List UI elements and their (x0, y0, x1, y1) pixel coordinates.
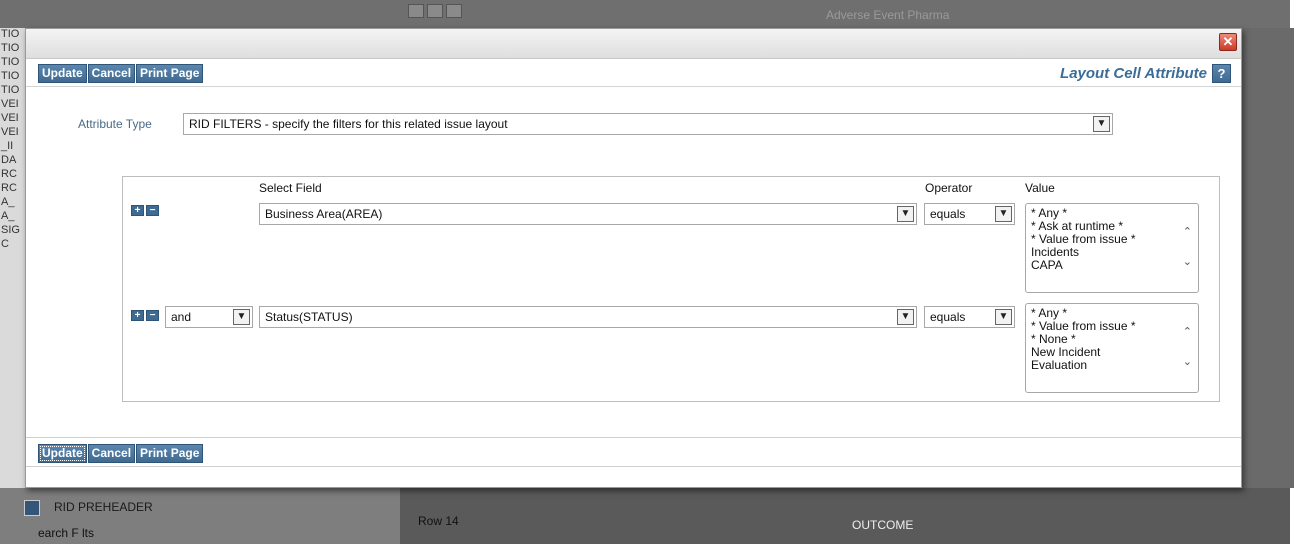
filter-row-1-value-listbox[interactable]: * Any * * Ask at runtime * * Value from … (1025, 203, 1199, 293)
select-field-header: Select Field (259, 181, 322, 195)
help-icon[interactable]: ? (1212, 64, 1231, 83)
chevron-up-icon[interactable]: ⌃ (1183, 326, 1192, 339)
filter-row-2-operator-select[interactable]: equals ▼ (924, 306, 1015, 328)
background-right-panel (1234, 28, 1294, 488)
close-icon[interactable]: ✕ (1219, 33, 1237, 51)
nav-down-icon (446, 4, 462, 18)
chevron-up-icon[interactable]: ⌃ (1183, 226, 1192, 239)
background-outcome-label: OUTCOME (852, 518, 914, 532)
edit-icon[interactable] (24, 500, 40, 516)
print-page-button[interactable]: Print Page (136, 444, 204, 463)
chevron-down-icon[interactable]: ⌄ (1183, 256, 1192, 269)
filter-row-1-field-value: Business Area(AREA) (265, 207, 383, 221)
chevron-down-icon[interactable]: ⌄ (1183, 356, 1192, 369)
update-button[interactable]: Update (38, 64, 87, 83)
nav-delete-icon (427, 4, 443, 18)
bottom-buttons: Update Cancel Print Page (38, 444, 204, 463)
minus-icon[interactable]: − (146, 310, 159, 321)
layout-cell-attribute-dialog: ✕ Update Cancel Print Page Layout Cell A… (25, 28, 1242, 488)
value-header: Value (1025, 181, 1055, 195)
chevron-down-icon[interactable]: ▼ (995, 309, 1012, 325)
filter-row-2-field-value: Status(STATUS) (265, 310, 353, 324)
print-page-button[interactable]: Print Page (136, 64, 204, 83)
list-item[interactable]: CAPA (1031, 259, 1198, 272)
background-rid-preheader: RID PREHEADER (54, 500, 153, 514)
minus-icon[interactable]: − (146, 205, 159, 216)
cancel-button[interactable]: Cancel (87, 64, 136, 83)
toolbar-buttons: Update Cancel Print Page (38, 64, 204, 83)
cancel-button[interactable]: Cancel (87, 444, 136, 463)
update-button[interactable]: Update (38, 444, 87, 463)
background-row-label: Row 14 (418, 514, 459, 528)
attribute-type-select[interactable]: RID FILTERS - specify the filters for th… (183, 113, 1113, 135)
chevron-down-icon[interactable]: ▼ (897, 309, 914, 325)
attribute-type-label: Attribute Type (78, 117, 152, 131)
filters-table: Select Field Operator Value + − Business… (122, 176, 1220, 402)
dialog-toolbar: Update Cancel Print Page Layout Cell Att… (26, 59, 1241, 87)
plus-icon[interactable]: + (131, 205, 144, 216)
attribute-type-value: RID FILTERS - specify the filters for th… (189, 117, 508, 131)
filter-row-1-operator-select[interactable]: equals ▼ (924, 203, 1015, 225)
dialog-title: Layout Cell Attribute (1060, 65, 1207, 82)
dialog-titlebar[interactable]: ✕ (26, 29, 1241, 59)
filter-row-2-value-listbox[interactable]: * Any * * Value from issue * * None * Ne… (1025, 303, 1199, 393)
filter-row-1-operator-value: equals (930, 207, 966, 221)
filter-row-2-connector-select[interactable]: and ▼ (165, 306, 253, 328)
chevron-down-icon[interactable]: ▼ (233, 309, 250, 325)
background-nav-icons (408, 4, 462, 18)
background-top-strip: Adverse Event Pharma (0, 0, 1290, 28)
filter-row-2-operator-value: equals (930, 310, 966, 324)
plus-icon[interactable]: + (131, 310, 144, 321)
background-search-results: earch F lts (38, 526, 95, 540)
nav-up-icon (408, 4, 424, 18)
chevron-down-icon[interactable]: ▼ (1093, 116, 1110, 132)
filter-row-2-field-select[interactable]: Status(STATUS) ▼ (259, 306, 917, 328)
background-top-text: Adverse Event Pharma (826, 8, 950, 22)
list-item[interactable]: Evaluation (1031, 359, 1198, 372)
filter-row-1-field-select[interactable]: Business Area(AREA) ▼ (259, 203, 917, 225)
dialog-bottom-bar: Update Cancel Print Page (26, 437, 1241, 467)
operator-header: Operator (925, 181, 973, 195)
chevron-down-icon[interactable]: ▼ (897, 206, 914, 222)
filter-row-2-controls: + − (131, 310, 159, 321)
chevron-down-icon[interactable]: ▼ (995, 206, 1012, 222)
filter-row-1-controls: + − (131, 205, 159, 216)
filter-row-2-connector-value: and (171, 310, 192, 324)
